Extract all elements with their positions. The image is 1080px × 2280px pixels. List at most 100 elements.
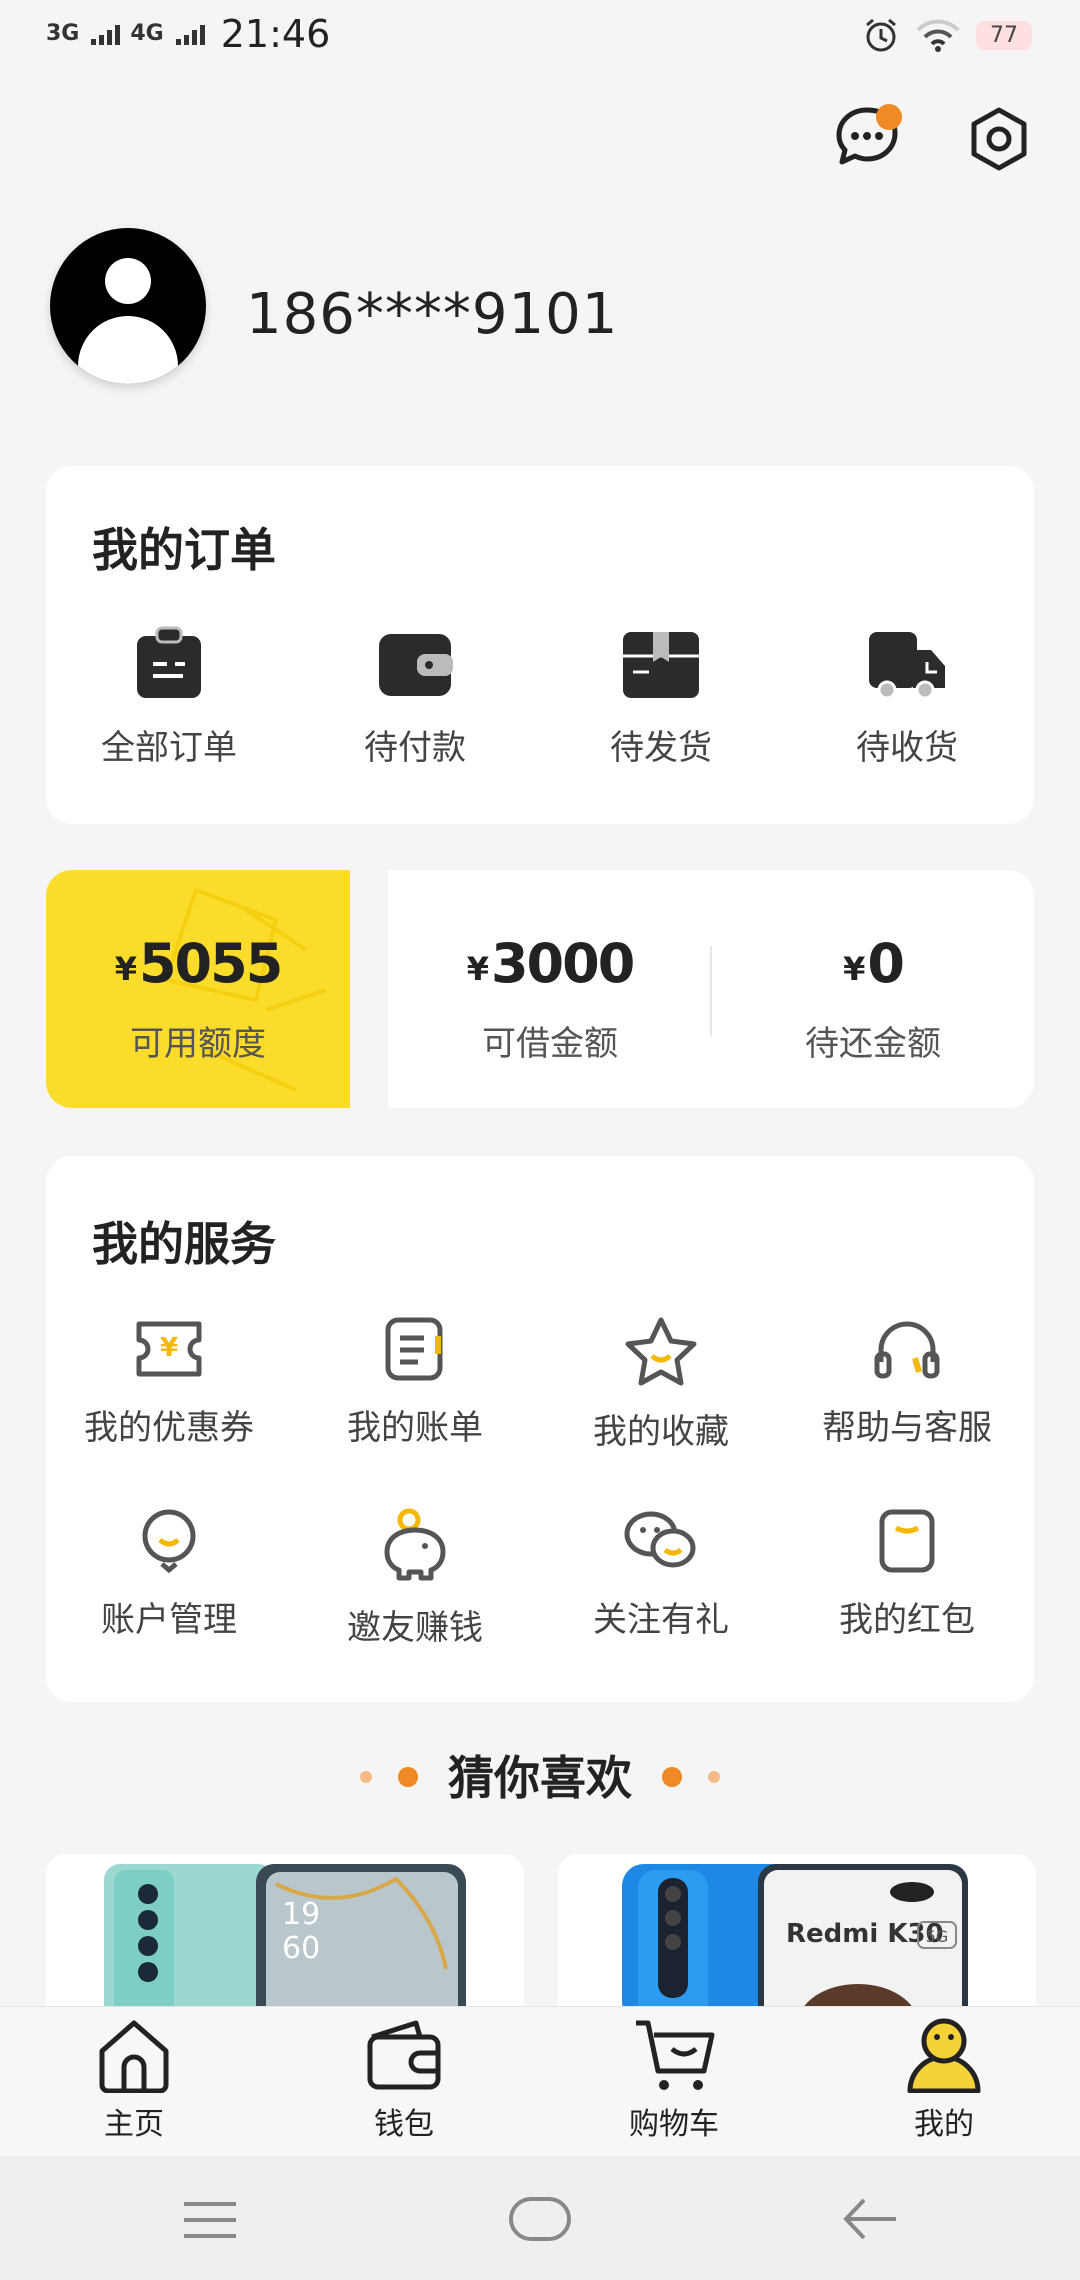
services-row-1: ¥ 我的优惠券 我的账单 我的收藏 帮助与客服 (46, 1316, 1030, 1453)
svg-text:60: 60 (282, 1931, 320, 1966)
battery-level: 77 (976, 20, 1032, 50)
order-all[interactable]: 全部订单 (46, 626, 292, 769)
service-invite-label: 邀友赚钱 (347, 1608, 483, 1648)
services-row-2: 账户管理 邀友赚钱 关注有礼 我的红包 (46, 1508, 1030, 1649)
tab-profile[interactable]: 我的 (854, 2017, 1034, 2143)
currency-symbol: ¥ (466, 950, 489, 988)
home-pill-icon[interactable] (508, 2196, 572, 2242)
avatar[interactable] (50, 228, 206, 384)
avatar-head (105, 258, 151, 304)
borrowable-label: 可借金额 (482, 1024, 618, 1064)
alarm-icon (866, 18, 896, 52)
red-envelope-icon (879, 1509, 935, 1573)
wallet-icon (379, 634, 453, 696)
service-coupon-label: 我的优惠券 (84, 1408, 254, 1448)
order-unshipped-label: 待发货 (610, 728, 712, 768)
credit-info-card: ¥3000 可借金额 ¥0 待还金额 (388, 870, 1034, 1108)
product-card-1[interactable]: 19 60 (46, 1854, 524, 2014)
svg-text:¥: ¥ (160, 1333, 178, 1363)
service-coupon[interactable]: ¥ 我的优惠券 (46, 1316, 292, 1453)
svg-text:19: 19 (282, 1897, 320, 1932)
cart-icon (636, 2020, 715, 2090)
orders-title: 我的订单 (92, 523, 276, 577)
phone-number[interactable]: 186****9101 (246, 282, 618, 347)
tab-profile-label: 我的 (914, 2107, 974, 2142)
repay-value: 0 (867, 932, 905, 995)
orders-card: 我的订单 全部订单 待付款 待发货 待收货 (46, 466, 1034, 824)
service-invite[interactable]: 邀友赚钱 (292, 1508, 538, 1649)
repay-item[interactable]: ¥0 待还金额 (712, 870, 1034, 1108)
package-icon (623, 632, 699, 698)
repay-amount: ¥0 (712, 932, 1034, 995)
bill-icon (385, 1317, 443, 1381)
service-follow[interactable]: 关注有礼 (538, 1508, 784, 1649)
bottom-tab-bar: 主页 钱包 购物车 我的 (0, 2006, 1080, 2157)
order-all-label: 全部订单 (101, 728, 237, 768)
status-left: 3G 4G 21:46 (46, 12, 330, 56)
service-bill-label: 我的账单 (347, 1408, 483, 1448)
credit-available-card[interactable]: ¥5055 可用额度 (46, 870, 350, 1108)
product2-badge: 5G (926, 1927, 949, 1946)
menu-icon[interactable] (182, 2200, 238, 2240)
currency-symbol: ¥ (114, 950, 137, 988)
star-icon (625, 1317, 697, 1386)
message-button[interactable] (832, 102, 902, 176)
profile-icon (907, 2018, 981, 2093)
tab-cart[interactable]: 购物车 (584, 2017, 764, 2143)
system-nav-bar (0, 2156, 1080, 2280)
decor-dot (662, 1767, 682, 1787)
decor-dot (708, 1771, 720, 1783)
wifi-icon (916, 19, 960, 52)
borrowable-item[interactable]: ¥3000 可借金额 (388, 870, 712, 1108)
service-redpacket[interactable]: 我的红包 (784, 1508, 1030, 1649)
tab-wallet[interactable]: 钱包 (314, 2017, 494, 2143)
hexagon-gear-icon (971, 107, 1027, 171)
credit-available-amount: ¥5055 (46, 932, 350, 995)
tab-wallet-label: 钱包 (374, 2107, 434, 2142)
service-follow-label: 关注有礼 (593, 1600, 729, 1640)
credit-available-label: 可用额度 (130, 1024, 266, 1064)
settings-button[interactable] (964, 104, 1034, 178)
service-account[interactable]: 账户管理 (46, 1508, 292, 1649)
coupon-icon: ¥ (136, 1321, 202, 1377)
product-image-2: Redmi K30 5G (622, 1864, 968, 2014)
services-title: 我的服务 (92, 1217, 276, 1271)
recommend-title: 猜你喜欢 (448, 1751, 632, 1805)
home-icon (99, 2020, 169, 2093)
service-favorite-label: 我的收藏 (593, 1412, 729, 1452)
signal-icon-2 (175, 23, 205, 45)
product-card-2[interactable]: Redmi K30 5G (558, 1854, 1036, 2014)
order-unpaid-label: 待付款 (364, 728, 466, 768)
service-bill[interactable]: 我的账单 (292, 1316, 538, 1453)
service-help-label: 帮助与客服 (822, 1408, 992, 1448)
back-arrow-icon[interactable] (842, 2196, 898, 2242)
wallet-icon (367, 2020, 441, 2090)
order-unreceived[interactable]: 待收货 (784, 626, 1030, 769)
network-label-1: 3G (46, 21, 80, 46)
user-face-icon (142, 1509, 196, 1574)
borrowable-amount: ¥3000 (388, 932, 712, 995)
avatar-body (78, 316, 178, 384)
clock: 21:46 (220, 12, 331, 56)
service-account-label: 账户管理 (101, 1600, 237, 1640)
piggy-bank-icon (384, 1508, 446, 1581)
service-redpacket-label: 我的红包 (839, 1600, 975, 1640)
repay-label: 待还金额 (805, 1024, 941, 1064)
currency-symbol: ¥ (843, 950, 866, 988)
service-help[interactable]: 帮助与客服 (784, 1316, 1030, 1453)
service-favorite[interactable]: 我的收藏 (538, 1316, 784, 1453)
product-image-1: 19 60 (104, 1864, 466, 2014)
orders-grid: 全部订单 待付款 待发货 待收货 (46, 626, 1030, 769)
tab-cart-label: 购物车 (629, 2107, 719, 2142)
signal-icon (91, 23, 121, 45)
borrowable-value: 3000 (490, 932, 635, 995)
order-unpaid[interactable]: 待付款 (292, 626, 538, 769)
services-card: 我的服务 ¥ 我的优惠券 我的账单 我的收藏 帮助与客服 账户管理 邀友赚钱 关… (46, 1156, 1034, 1702)
notification-dot (876, 104, 902, 130)
tab-home[interactable]: 主页 (44, 2017, 224, 2143)
status-bar: 3G 4G 21:46 77 (0, 0, 1080, 76)
order-unshipped[interactable]: 待发货 (538, 626, 784, 769)
tab-home-label: 主页 (104, 2107, 164, 2142)
truck-icon (869, 632, 945, 700)
wechat-icon (624, 1511, 696, 1568)
